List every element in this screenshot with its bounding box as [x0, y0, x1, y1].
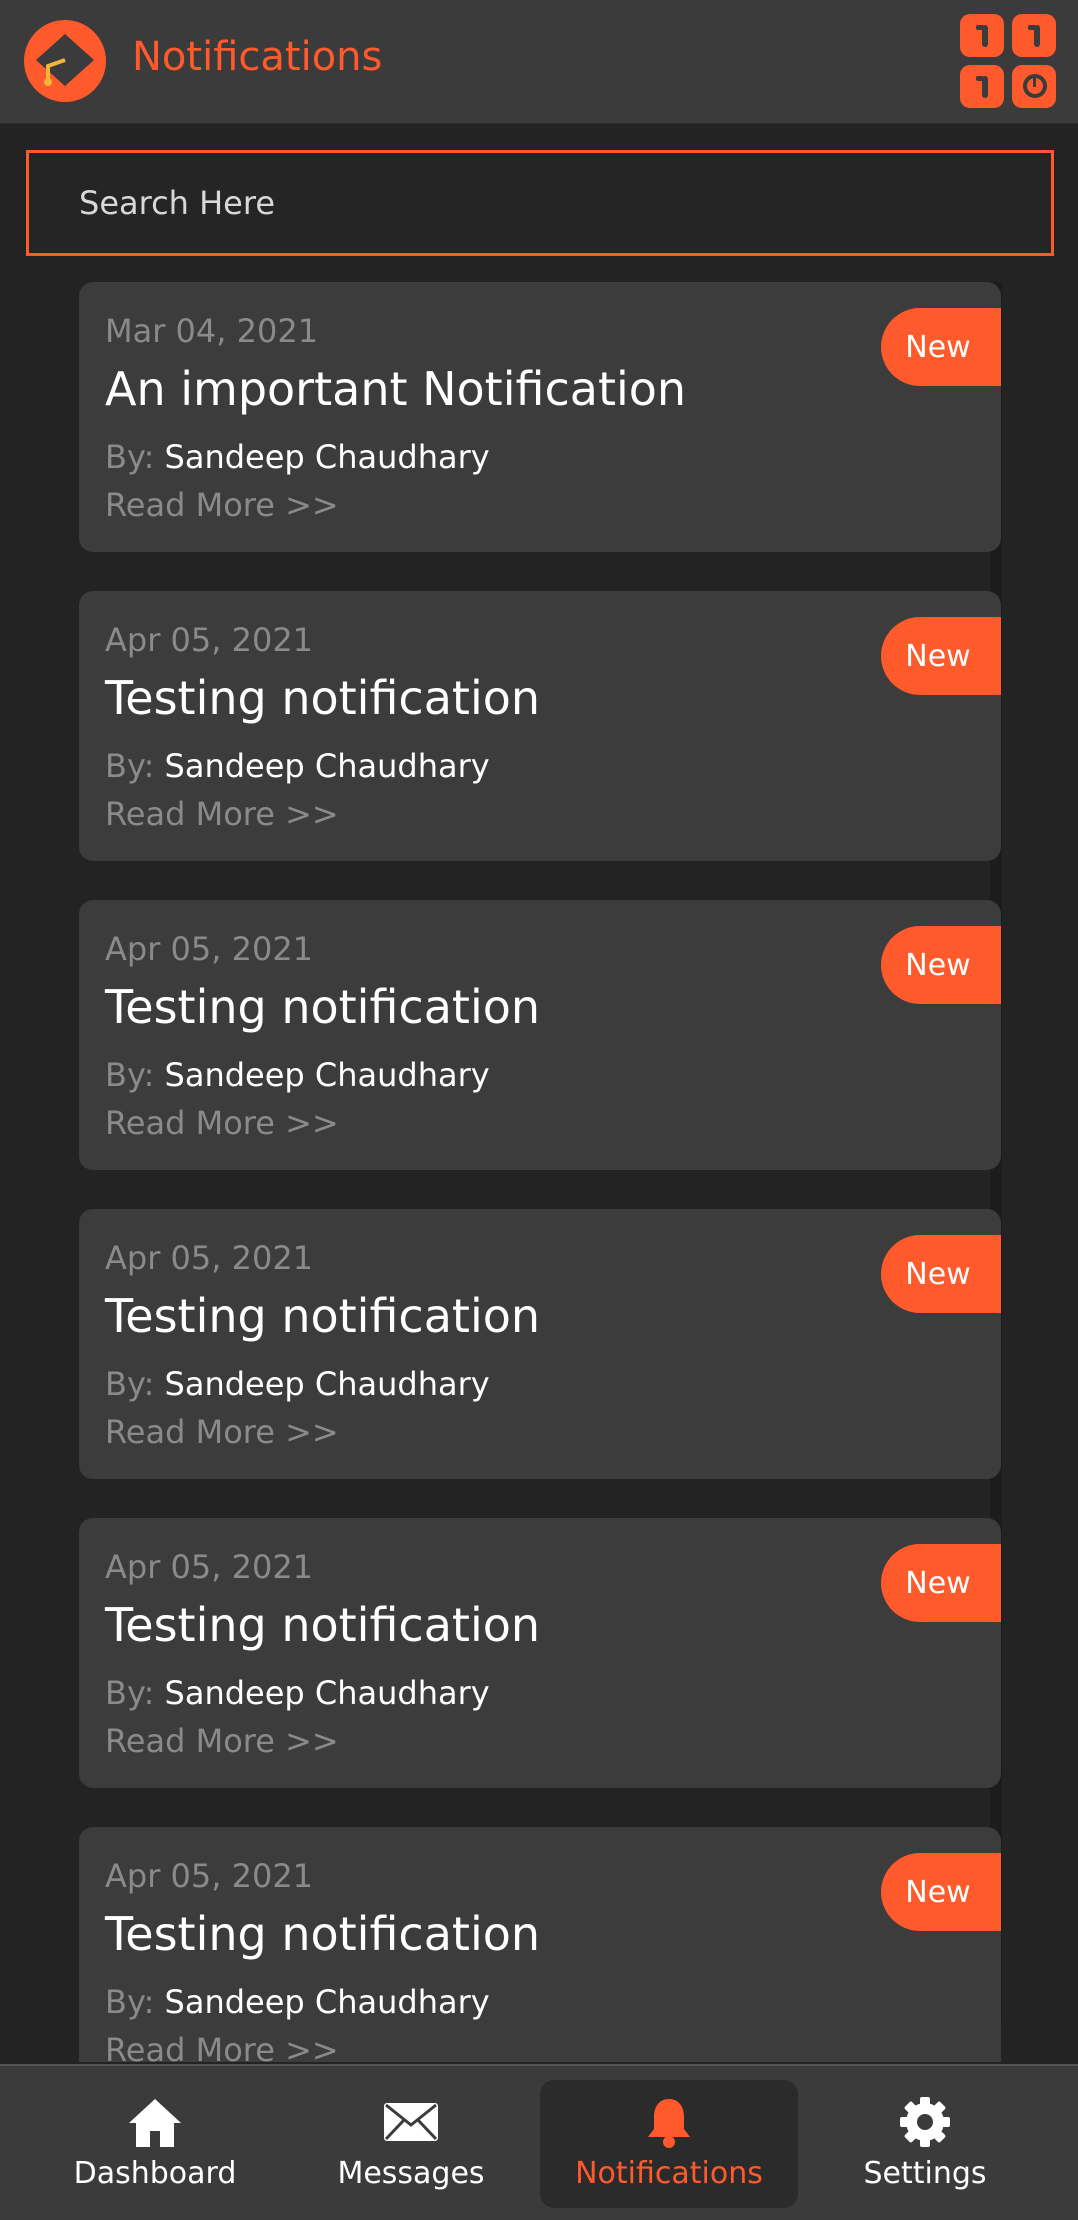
- new-badge: New: [881, 926, 1001, 1004]
- by-label: By:: [105, 747, 155, 785]
- graduation-cap-icon[interactable]: [24, 20, 106, 102]
- nav-label: Settings: [863, 2156, 987, 2191]
- notification-byline: By: Sandeep Chaudhary: [105, 438, 490, 476]
- notification-card[interactable]: Apr 05, 2021 Testing notification By: Sa…: [79, 900, 1001, 1170]
- page-title: Notifications: [132, 34, 383, 80]
- notification-title: Testing notification: [105, 1289, 541, 1343]
- by-label: By:: [105, 1365, 155, 1403]
- search-input[interactable]: [29, 153, 1051, 253]
- notification-card[interactable]: Apr 05, 2021 Testing notification By: Sa…: [79, 1827, 1001, 2062]
- new-badge: New: [881, 617, 1001, 695]
- notification-date: Apr 05, 2021: [105, 1548, 314, 1586]
- read-more-link[interactable]: Read More >>: [105, 486, 339, 524]
- nav-notifications[interactable]: Notifications: [540, 2080, 798, 2208]
- notification-title: An important Notification: [105, 362, 687, 416]
- notification-byline: By: Sandeep Chaudhary: [105, 1674, 490, 1712]
- notification-date: Apr 05, 2021: [105, 930, 314, 968]
- notification-title: Testing notification: [105, 980, 541, 1034]
- notification-author: Sandeep Chaudhary: [164, 747, 490, 785]
- notification-date: Mar 04, 2021: [105, 312, 319, 350]
- read-more-link[interactable]: Read More >>: [105, 1722, 339, 1760]
- new-badge: New: [881, 1544, 1001, 1622]
- read-more-link[interactable]: Read More >>: [105, 2031, 339, 2062]
- notification-byline: By: Sandeep Chaudhary: [105, 1365, 490, 1403]
- new-badge: New: [881, 1853, 1001, 1931]
- search-box[interactable]: [26, 150, 1054, 256]
- read-more-link[interactable]: Read More >>: [105, 1413, 339, 1451]
- nav-messages[interactable]: Messages: [282, 2080, 540, 2208]
- envelope-icon: [382, 2094, 440, 2150]
- home-icon: [127, 2094, 183, 2150]
- notification-card[interactable]: Mar 04, 2021 An important Notification B…: [79, 282, 1001, 552]
- notification-author: Sandeep Chaudhary: [164, 1056, 490, 1094]
- notification-byline: By: Sandeep Chaudhary: [105, 1056, 490, 1094]
- notification-author: Sandeep Chaudhary: [164, 1365, 490, 1403]
- notification-author: Sandeep Chaudhary: [164, 438, 490, 476]
- bottom-nav: Dashboard Messages Notifications Setting…: [0, 2064, 1078, 2220]
- nav-label: Notifications: [575, 2156, 763, 2191]
- by-label: By:: [105, 1056, 155, 1094]
- new-badge: New: [881, 1235, 1001, 1313]
- notification-byline: By: Sandeep Chaudhary: [105, 747, 490, 785]
- notification-date: Apr 05, 2021: [105, 1239, 314, 1277]
- new-badge: New: [881, 308, 1001, 386]
- gear-icon: [898, 2094, 952, 2150]
- read-more-link[interactable]: Read More >>: [105, 795, 339, 833]
- notification-author: Sandeep Chaudhary: [164, 1674, 490, 1712]
- notification-card[interactable]: Apr 05, 2021 Testing notification By: Sa…: [79, 1518, 1001, 1788]
- by-label: By:: [105, 438, 155, 476]
- app-root: Notifications Mar 04, 2021 An important …: [0, 0, 1078, 2220]
- by-label: By:: [105, 1674, 155, 1712]
- notification-date: Apr 05, 2021: [105, 621, 314, 659]
- notification-card[interactable]: Apr 05, 2021 Testing notification By: Sa…: [79, 1209, 1001, 1479]
- read-more-link[interactable]: Read More >>: [105, 1104, 339, 1142]
- notification-title: Testing notification: [105, 671, 541, 725]
- nav-settings[interactable]: Settings: [796, 2080, 1054, 2208]
- notification-author: Sandeep Chaudhary: [164, 1983, 490, 2021]
- nav-dashboard[interactable]: Dashboard: [26, 2080, 284, 2208]
- notification-title: Testing notification: [105, 1598, 541, 1652]
- apps-grid-icon[interactable]: [960, 14, 1056, 108]
- by-label: By:: [105, 1983, 155, 2021]
- nav-label: Dashboard: [73, 2156, 237, 2191]
- notification-list[interactable]: Mar 04, 2021 An important Notification B…: [0, 282, 1078, 2062]
- nav-label: Messages: [337, 2156, 485, 2191]
- bell-icon: [645, 2094, 693, 2150]
- notification-byline: By: Sandeep Chaudhary: [105, 1983, 490, 2021]
- notification-date: Apr 05, 2021: [105, 1857, 314, 1895]
- app-header: Notifications: [0, 0, 1078, 124]
- notification-card[interactable]: Apr 05, 2021 Testing notification By: Sa…: [79, 591, 1001, 861]
- notification-title: Testing notification: [105, 1907, 541, 1961]
